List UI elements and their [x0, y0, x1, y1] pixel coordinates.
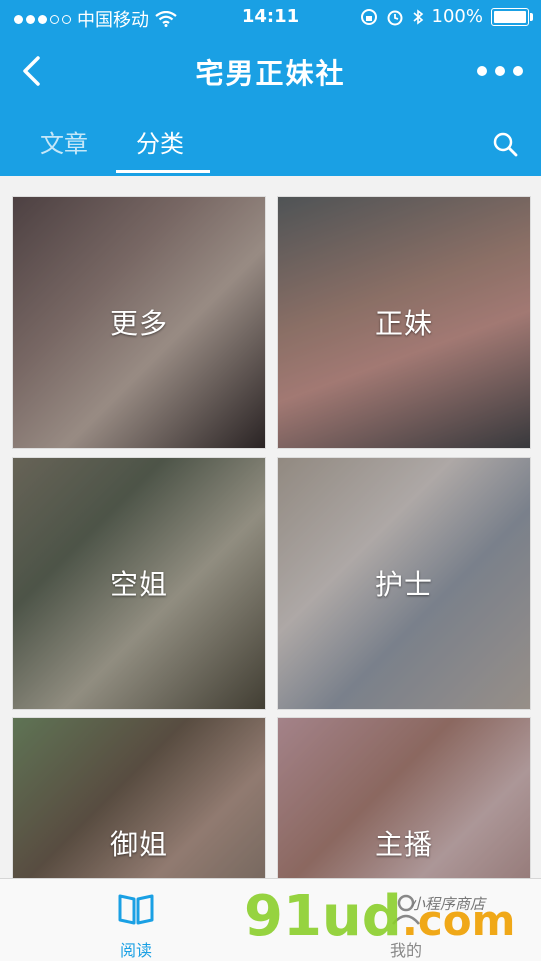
tab-bar-top: 文章 分类: [0, 110, 541, 176]
more-dot-icon: [477, 66, 487, 76]
more-dot-icon: [495, 66, 505, 76]
tabbar-label-read: 阅读: [119, 941, 152, 960]
category-label: 御姐: [109, 828, 168, 861]
category-label: 主播: [374, 828, 433, 861]
category-label: 空姐: [109, 568, 168, 601]
category-card-more[interactable]: 更多: [12, 196, 266, 449]
bluetooth-icon: [413, 8, 423, 25]
active-tab-indicator: [116, 170, 210, 173]
book-icon: [118, 894, 154, 925]
category-card-zhengmei[interactable]: 正妹: [277, 196, 531, 449]
header: 中国移动 14:11 100% 宅男正妹社 文章 分类: [0, 0, 541, 176]
rotation-lock-icon: [360, 8, 377, 25]
alarm-icon: [387, 10, 403, 25]
watermark-tagline: 小程序商店: [410, 895, 486, 913]
battery-percent: 100%: [431, 6, 483, 27]
category-card-hushi[interactable]: 护士: [277, 457, 531, 710]
tabbar-item-read[interactable]: 阅读: [66, 889, 206, 961]
page-title: 宅男正妹社: [195, 57, 346, 90]
battery-icon: [491, 7, 533, 26]
status-bar: 中国移动 14:11 100%: [0, 0, 541, 34]
category-label: 正妹: [374, 307, 433, 340]
category-grid: 更多 正妹 空姐 护士 御姐 主播: [0, 176, 541, 878]
status-right: 100%: [360, 6, 533, 27]
category-card-zhubo[interactable]: 主播: [277, 717, 531, 878]
search-icon[interactable]: [491, 130, 519, 158]
category-card-kongjie[interactable]: 空姐: [12, 457, 266, 710]
category-card-yujie[interactable]: 御姐: [12, 717, 266, 878]
tab-categories[interactable]: 分类: [136, 124, 184, 159]
watermark-brand: 91ud: [244, 884, 402, 949]
category-label: 更多: [109, 307, 168, 340]
more-menu-button[interactable]: [477, 58, 523, 84]
tab-articles[interactable]: 文章: [40, 124, 88, 159]
more-dot-icon: [513, 66, 523, 76]
category-label: 护士: [374, 568, 433, 601]
navbar: 宅男正妹社: [0, 34, 541, 110]
